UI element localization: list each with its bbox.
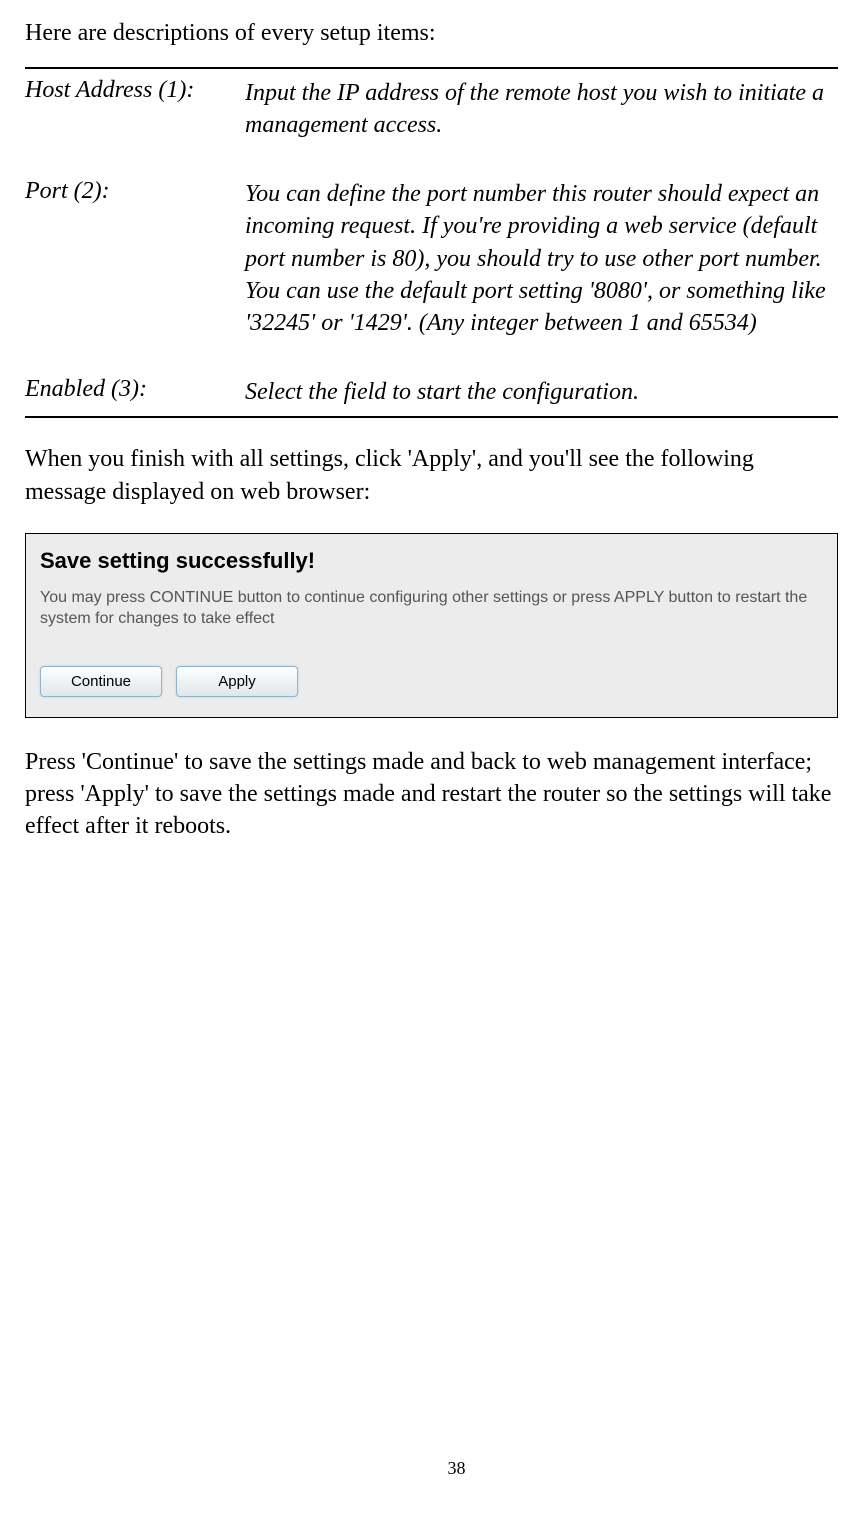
definition-row: Port (2): You can define the port number…	[25, 170, 838, 348]
definition-term: Host Address (1):	[25, 77, 245, 142]
definition-row: Enabled (3): Select the field to start t…	[25, 368, 838, 416]
page-number: 38	[25, 1458, 863, 1479]
definition-description: Select the field to start the configurat…	[245, 376, 838, 408]
definitions-table: Host Address (1): Input the IP address o…	[25, 67, 838, 418]
intro-text: Here are descriptions of every setup ite…	[25, 20, 838, 47]
definition-row: Host Address (1): Input the IP address o…	[25, 69, 838, 150]
final-instructions-text: Press 'Continue' to save the settings ma…	[25, 746, 838, 843]
dialog-description: You may press CONTINUE button to continu…	[40, 588, 823, 630]
dialog-title: Save setting successfully!	[40, 548, 823, 574]
definition-term: Port (2):	[25, 178, 245, 340]
definition-description: Input the IP address of the remote host …	[245, 77, 838, 142]
apply-button[interactable]: Apply	[176, 666, 298, 697]
dialog-button-row: Continue Apply	[40, 666, 823, 697]
save-dialog: Save setting successfully! You may press…	[25, 533, 838, 718]
definition-term: Enabled (3):	[25, 376, 245, 408]
post-settings-text: When you finish with all settings, click…	[25, 443, 838, 508]
continue-button[interactable]: Continue	[40, 666, 162, 697]
definition-description: You can define the port number this rout…	[245, 178, 838, 340]
